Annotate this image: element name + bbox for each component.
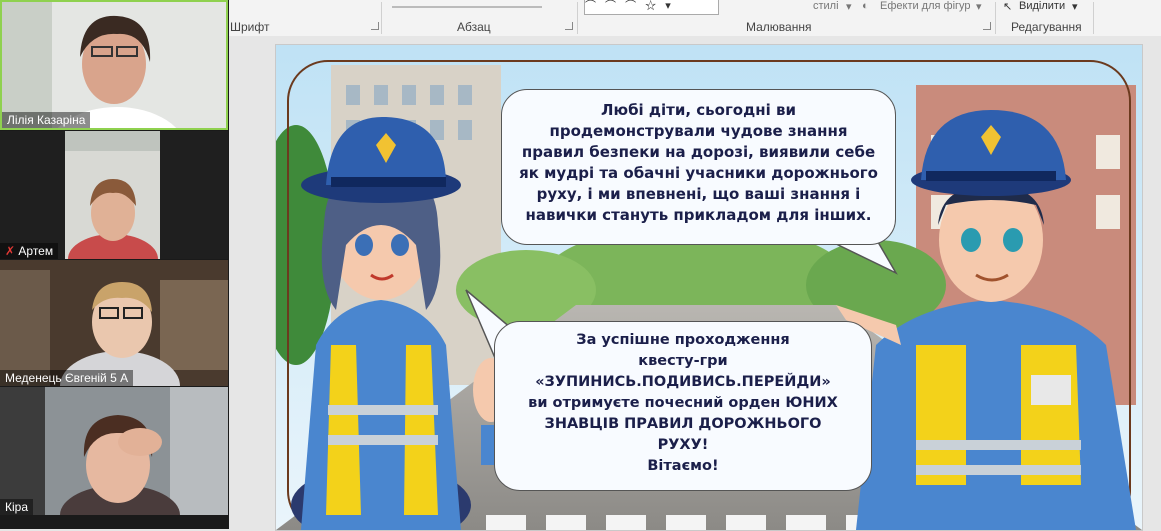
participant-video	[65, 131, 160, 259]
bubble-top-line: навички стануть прикладом для інших.	[525, 206, 872, 224]
bubble-top-line: правил безпеки на дорозі, виявили себе	[521, 143, 876, 161]
participant-tile[interactable]: Кіра	[0, 387, 228, 515]
speech-bubble-bottom: За успішне проходження квесту-гри «ЗУПИН…	[494, 321, 872, 491]
bubble-top-line: як мудрі та обачні учасники дорожнього	[519, 164, 878, 182]
effects-icon: ◐	[862, 0, 869, 12]
styles-chevron-icon: ▾	[846, 1, 852, 13]
bubble-bottom-line: За успішне проходження	[576, 332, 790, 348]
participant-name: Кіра	[0, 499, 34, 515]
select-arrow-icon: ↖	[1003, 1, 1013, 13]
bubble-bottom-line: ЗНАВЦІВ ПРАВИЛ ДОРОЖНЬОГО	[544, 416, 822, 432]
paragraph-controls[interactable]	[392, 6, 542, 8]
shape-effects-chevron-icon: ▾	[976, 1, 982, 13]
styles-button[interactable]: стилі	[813, 0, 839, 12]
ribbon-separator	[577, 2, 578, 34]
participant-name: Лілія Казаріна	[2, 112, 91, 128]
shape-effects-button[interactable]: Ефекти для фігур	[880, 0, 971, 12]
participant-tile[interactable]: ✗ Артем	[0, 131, 228, 259]
shapes-gallery[interactable]: ⌒ ⌒ ⌒ ☆ ▾	[584, 0, 719, 15]
participant-video	[2, 2, 226, 128]
drawing-dialog-launcher-icon[interactable]	[983, 22, 991, 30]
bubble-bottom-line: «ЗУПИНИСЬ.ПОДИВИСЬ.ПЕРЕЙДИ»	[535, 374, 831, 390]
editing-group-label: Редагування	[1011, 20, 1082, 34]
bubble-bottom-line: Вітаємо!	[647, 458, 719, 474]
select-button[interactable]: Виділити	[1019, 0, 1065, 12]
bubble-top-line: руху, і ми впевнені, що ваші знання і	[536, 185, 861, 203]
participant-name: ✗ Артем	[0, 243, 59, 259]
bubble-top-line: Любі діти, сьогодні ви	[601, 101, 796, 119]
participant-tile[interactable]: Лілія Казаріна	[0, 0, 228, 130]
participant-tile[interactable]: Меденець Євгеній 5 А	[0, 260, 228, 386]
font-group-label: Шрифт	[230, 20, 270, 34]
participants-panel: Лілія Казаріна ✗ Артем Меденець Євгеній …	[0, 0, 229, 529]
select-chevron-icon: ▾	[1072, 1, 1078, 13]
paragraph-group-label: Абзац	[457, 20, 491, 34]
participant-video	[0, 260, 228, 386]
muted-mic-icon: ✗	[5, 244, 16, 258]
participant-video	[0, 387, 228, 515]
ribbon-separator	[1093, 2, 1094, 34]
bubble-bottom-line: РУХУ!	[657, 437, 709, 453]
participants-panel-footer	[0, 515, 228, 529]
speech-bubble-top: Любі діти, сьогодні ви продемонстрували …	[501, 89, 896, 245]
bubble-top-line: продемонстрували чудове знання	[549, 122, 848, 140]
bubble-bottom-line: квесту-гри	[638, 353, 728, 369]
participant-name-text: Артем	[18, 244, 54, 258]
participant-name: Меденець Євгеній 5 А	[0, 370, 134, 386]
font-dialog-launcher-icon[interactable]	[371, 22, 379, 30]
ribbon-separator	[995, 2, 996, 34]
slide-canvas[interactable]: Любі діти, сьогодні ви продемонстрували …	[275, 44, 1143, 531]
paragraph-dialog-launcher-icon[interactable]	[565, 22, 573, 30]
drawing-group-label: Малювання	[746, 20, 812, 34]
ribbon-separator	[381, 2, 382, 34]
bubble-bottom-line: ви отримуєте почесний орден ЮНИХ	[528, 395, 838, 411]
